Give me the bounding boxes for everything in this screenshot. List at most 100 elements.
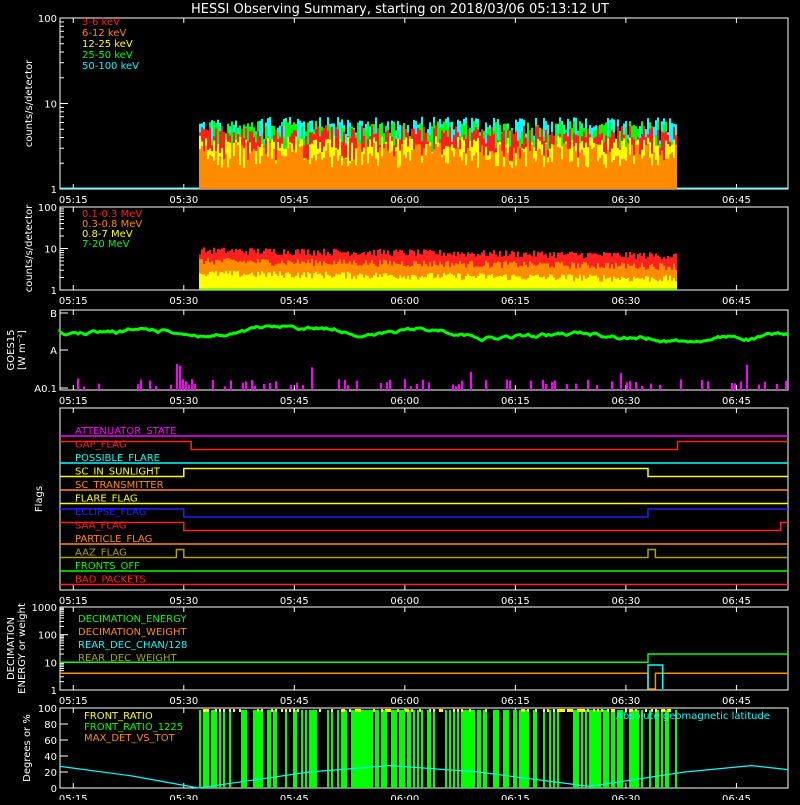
gamma-bar (201, 274, 203, 290)
gamma-bar (639, 278, 641, 290)
hxr-bar (455, 148, 457, 189)
gamma-bar (257, 271, 259, 290)
hxr-bars (199, 116, 677, 189)
front-ratio-1225-bar (395, 710, 397, 788)
time-tick-label: 05:15 (59, 596, 88, 607)
front-ratio-1225-bar (483, 710, 485, 788)
front-ratio-tick (261, 709, 263, 712)
gamma-bar (397, 278, 399, 290)
hxr-bar (481, 145, 483, 189)
front-ratio-1225-bar (305, 710, 307, 788)
gamma-bar (589, 274, 591, 290)
goes-spike (155, 386, 157, 390)
front-ratio-1225-bar (213, 710, 215, 788)
y-tick-label: 100 (38, 704, 57, 715)
gamma-bar (381, 276, 383, 290)
gamma-bar (499, 275, 501, 290)
hxr-bar (569, 161, 571, 189)
hxr-bar (275, 163, 277, 189)
hxr-bar (473, 155, 475, 189)
gamma-bar (641, 278, 643, 290)
time-tick-label: 05:45 (280, 296, 309, 307)
gamma-bar (539, 277, 541, 290)
time-tick-label: 05:30 (169, 696, 198, 707)
goes-spike (764, 381, 766, 390)
front-ratio-1225-bar (205, 710, 207, 788)
front-ratio-1225-bar (611, 710, 613, 788)
gamma-bar (593, 275, 595, 290)
gamma-bar (243, 273, 245, 290)
gamma-bar (451, 274, 453, 290)
hxr-bar (293, 149, 295, 189)
front-ratio-tick (387, 709, 389, 712)
front-ratio-tick (553, 709, 555, 712)
hxr-bar (563, 143, 565, 189)
hxr-bar (223, 158, 225, 189)
hxr-bar (305, 157, 307, 189)
hxr-bar (627, 143, 629, 189)
goes-spike (194, 383, 196, 390)
goes-spike (746, 364, 748, 390)
gamma-bar (523, 278, 525, 290)
front-ratio-1225-bar (371, 710, 373, 788)
hxr-bar (479, 152, 481, 189)
hxr-bar (601, 154, 603, 189)
front-ratio-1225-bar (505, 710, 507, 788)
gamma-bar (287, 272, 289, 290)
hxr-bar (425, 155, 427, 189)
front-ratio-1225-bar (355, 710, 357, 788)
front-ratio-tick (429, 709, 431, 712)
goes-spike (530, 380, 532, 390)
hxr-bar (669, 154, 671, 189)
y-axis-label: Degrees or % (22, 714, 33, 782)
hxr-bar (603, 164, 605, 189)
gamma-bar (415, 276, 417, 290)
gamma-bar (521, 279, 523, 290)
front-ratio-1225-bar (449, 710, 451, 788)
hxr-bar (313, 155, 315, 189)
hxr-bar (371, 156, 373, 189)
gamma-bar (519, 276, 521, 290)
time-tick-label: 06:45 (722, 195, 751, 206)
front-ratio-tick (293, 709, 295, 712)
hxr-bar (289, 144, 291, 189)
hxr-bar (375, 158, 377, 189)
front-ratio-1225-bar (535, 710, 537, 788)
front-ratio-1225-bar (367, 710, 369, 788)
hxr-bar (501, 151, 503, 189)
time-tick-label: 06:00 (390, 195, 419, 206)
gamma-bar (551, 275, 553, 290)
hxr-bar (281, 155, 283, 189)
hxr-bar (261, 155, 263, 189)
time-tick-label: 05:15 (59, 396, 88, 407)
goes-spike (626, 382, 628, 390)
front-ratio-tick (485, 709, 487, 712)
hxr-bar (561, 159, 563, 189)
hxr-bar (467, 148, 469, 189)
hxr-bar (535, 161, 537, 189)
front-ratio-tick (233, 709, 235, 712)
front-ratio-1225-bar (361, 710, 363, 788)
gamma-bar (223, 273, 225, 290)
hxr-bar (387, 150, 389, 189)
front-ratio-1225-bar (311, 710, 313, 788)
hxr-bar (671, 152, 673, 189)
gamma-bar (591, 275, 593, 290)
y-axis-label: DECIMATION (6, 617, 17, 680)
front-ratio-tick (203, 709, 205, 712)
hxr-bar (429, 145, 431, 189)
time-tick-label: 05:45 (280, 396, 309, 407)
goes-spike (137, 384, 139, 390)
hxr-bar (373, 143, 375, 189)
front-ratio-tick (535, 709, 537, 712)
hxr-bar (431, 153, 433, 189)
gamma-bar (527, 278, 529, 290)
gamma-bar (479, 273, 481, 290)
time-tick-label: 05:15 (59, 794, 88, 800)
goes-spike (404, 379, 406, 390)
goes-spike (680, 379, 682, 390)
goes-spike (389, 380, 391, 390)
gamma-bar (617, 278, 619, 290)
hxr-bar (511, 167, 513, 189)
front-ratio-tick (297, 709, 299, 712)
